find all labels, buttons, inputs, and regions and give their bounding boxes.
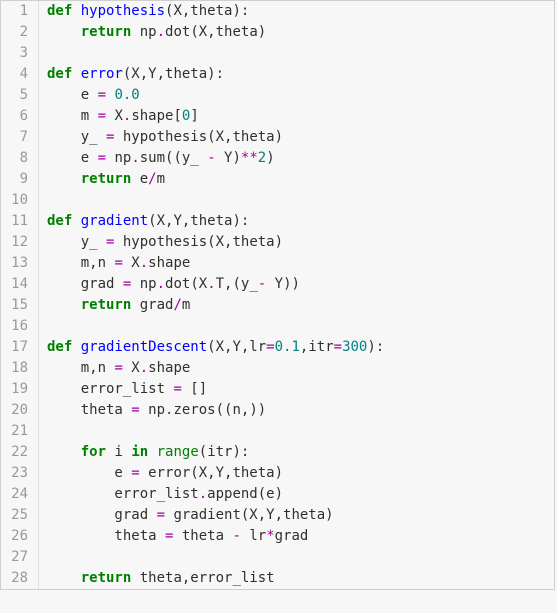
line-number: 8 [1, 148, 39, 169]
code-line: 24 error_list.append(e) [1, 484, 554, 505]
code-line: 16 [1, 316, 554, 337]
code-line: 20 theta = np.zeros((n,)) [1, 400, 554, 421]
code-content: e = 0.0 [39, 85, 140, 106]
code-line: 6 m = X.shape[0] [1, 106, 554, 127]
code-line: 23 e = error(X,Y,theta) [1, 463, 554, 484]
code-line: 9 return e/m [1, 169, 554, 190]
code-line: 13 m,n = X.shape [1, 253, 554, 274]
code-line: 27 [1, 547, 554, 568]
code-content: def gradientDescent(X,Y,lr=0.1,itr=300): [39, 337, 384, 358]
code-content: e = np.sum((y_ - Y)**2) [39, 148, 275, 169]
line-number: 20 [1, 400, 39, 421]
code-line: 19 error_list = [] [1, 379, 554, 400]
line-number: 24 [1, 484, 39, 505]
line-number: 22 [1, 442, 39, 463]
code-content: theta = theta - lr*grad [39, 526, 308, 547]
code-content: return theta,error_list [39, 568, 275, 589]
code-block: 1def hypothesis(X,theta):2 return np.dot… [0, 0, 555, 590]
line-number: 2 [1, 22, 39, 43]
line-number: 11 [1, 211, 39, 232]
code-content: def error(X,Y,theta): [39, 64, 224, 85]
line-number: 17 [1, 337, 39, 358]
code-line: 22 for i in range(itr): [1, 442, 554, 463]
code-line: 28 return theta,error_list [1, 568, 554, 589]
line-number: 4 [1, 64, 39, 85]
code-content: m,n = X.shape [39, 358, 190, 379]
code-line: 10 [1, 190, 554, 211]
code-line: 18 m,n = X.shape [1, 358, 554, 379]
code-line: 11def gradient(X,Y,theta): [1, 211, 554, 232]
line-number: 27 [1, 547, 39, 568]
line-number: 14 [1, 274, 39, 295]
code-content: y_ = hypothesis(X,theta) [39, 232, 283, 253]
line-number: 9 [1, 169, 39, 190]
line-number: 10 [1, 190, 39, 211]
code-line: 12 y_ = hypothesis(X,theta) [1, 232, 554, 253]
code-line: 5 e = 0.0 [1, 85, 554, 106]
code-content: return e/m [39, 169, 165, 190]
line-number: 13 [1, 253, 39, 274]
line-number: 19 [1, 379, 39, 400]
code-line: 26 theta = theta - lr*grad [1, 526, 554, 547]
code-content: error_list.append(e) [39, 484, 283, 505]
line-number: 23 [1, 463, 39, 484]
code-line: 21 [1, 421, 554, 442]
code-content: for i in range(itr): [39, 442, 249, 463]
code-line: 14 grad = np.dot(X.T,(y_- Y)) [1, 274, 554, 295]
line-number: 26 [1, 526, 39, 547]
line-number: 7 [1, 127, 39, 148]
line-number: 12 [1, 232, 39, 253]
line-number: 28 [1, 568, 39, 589]
code-content: m = X.shape[0] [39, 106, 199, 127]
line-number: 15 [1, 295, 39, 316]
line-number: 6 [1, 106, 39, 127]
line-number: 18 [1, 358, 39, 379]
code-line: 3 [1, 43, 554, 64]
code-line: 2 return np.dot(X,theta) [1, 22, 554, 43]
code-content: def gradient(X,Y,theta): [39, 211, 249, 232]
code-content: return np.dot(X,theta) [39, 22, 266, 43]
code-content: y_ = hypothesis(X,theta) [39, 127, 283, 148]
code-line: 7 y_ = hypothesis(X,theta) [1, 127, 554, 148]
line-number: 16 [1, 316, 39, 337]
line-number: 5 [1, 85, 39, 106]
code-line: 8 e = np.sum((y_ - Y)**2) [1, 148, 554, 169]
line-number: 1 [1, 1, 39, 22]
code-content: def hypothesis(X,theta): [39, 1, 249, 22]
code-content: e = error(X,Y,theta) [39, 463, 283, 484]
code-line: 1def hypothesis(X,theta): [1, 1, 554, 22]
line-number: 21 [1, 421, 39, 442]
code-line: 25 grad = gradient(X,Y,theta) [1, 505, 554, 526]
code-content: return grad/m [39, 295, 190, 316]
line-number: 25 [1, 505, 39, 526]
code-content: error_list = [] [39, 379, 207, 400]
code-line: 4def error(X,Y,theta): [1, 64, 554, 85]
code-content: grad = np.dot(X.T,(y_- Y)) [39, 274, 300, 295]
code-content: theta = np.zeros((n,)) [39, 400, 266, 421]
code-content: grad = gradient(X,Y,theta) [39, 505, 334, 526]
line-number: 3 [1, 43, 39, 64]
code-line: 17def gradientDescent(X,Y,lr=0.1,itr=300… [1, 337, 554, 358]
code-content: m,n = X.shape [39, 253, 190, 274]
code-line: 15 return grad/m [1, 295, 554, 316]
